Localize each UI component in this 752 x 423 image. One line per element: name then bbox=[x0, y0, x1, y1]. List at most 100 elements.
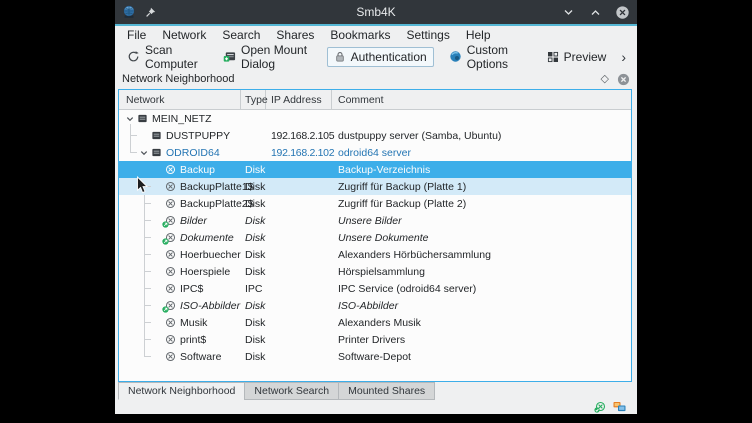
tree-row-backup[interactable]: BackupDisk Backup-Verzeichnis bbox=[119, 161, 631, 178]
tree-branch-line bbox=[144, 288, 151, 289]
tab-mounted-shares[interactable]: Mounted Shares bbox=[338, 382, 435, 400]
tree-row-backupplatte2[interactable]: BackupPlatte2$Disk Zugriff für Backup (Pl… bbox=[119, 195, 631, 212]
share-icon bbox=[164, 334, 177, 345]
network-item-label: MEIN_NETZ bbox=[152, 113, 212, 125]
dock-title: Network Neighborhood bbox=[122, 73, 235, 85]
tree-branch-line bbox=[144, 339, 151, 340]
toolbar-button-label: Authentication bbox=[351, 50, 427, 64]
server-icon bbox=[150, 130, 163, 141]
cell-comment: Zugriff für Backup (Platte 2) bbox=[332, 198, 631, 210]
mounted-emblem-icon bbox=[162, 238, 169, 245]
cell-comment: Software-Depot bbox=[332, 351, 631, 363]
cell-ip-address: 192.168.2.102 bbox=[266, 147, 332, 159]
maximize-button[interactable] bbox=[587, 4, 603, 20]
tree-branch-line bbox=[130, 135, 137, 136]
cell-network-name: Backup bbox=[119, 164, 241, 176]
roll-down-button[interactable] bbox=[560, 4, 576, 20]
tree-branch-line bbox=[144, 271, 151, 272]
cell-comment: dustpuppy server (Samba, Ubuntu) bbox=[332, 130, 631, 142]
mounted-emblem-icon bbox=[162, 221, 169, 228]
tree-branch-line bbox=[144, 237, 151, 238]
cell-network-name: DUSTPUPPY bbox=[119, 130, 241, 142]
cell-share-type: Disk bbox=[241, 181, 266, 193]
share-icon bbox=[164, 283, 177, 294]
toolbar-button-label: Preview bbox=[564, 50, 607, 64]
tab-network-search[interactable]: Network Search bbox=[244, 382, 339, 400]
mounted-share-icon bbox=[594, 401, 606, 413]
tree-header: Network Type IP Address Comment bbox=[119, 90, 631, 110]
expander-chevron-down-icon[interactable] bbox=[123, 115, 136, 123]
network-item-label: Dokumente bbox=[180, 232, 234, 244]
cell-network-name: Hoerbuecher bbox=[119, 249, 241, 261]
tab-network-neighborhood[interactable]: Network Neighborhood bbox=[118, 382, 245, 400]
cell-share-type: Disk bbox=[241, 317, 266, 329]
share-icon bbox=[164, 181, 177, 192]
tree-row-software[interactable]: Software Disk Software-Depot bbox=[119, 348, 631, 365]
network-item-label: Software bbox=[180, 351, 221, 363]
tree-row-iso-abbilder[interactable]: ISO-AbbilderDiskISO-Abbilder bbox=[119, 297, 631, 314]
cell-share-type: Disk bbox=[241, 266, 266, 278]
smb4k-app-icon bbox=[122, 5, 136, 19]
cell-share-type: Disk bbox=[241, 351, 266, 363]
tree-row-odroid64[interactable]: ODROID64192.168.2.102odroid64 server bbox=[119, 144, 631, 161]
cell-share-type: Disk bbox=[241, 249, 266, 261]
mount-dialog-icon bbox=[223, 50, 236, 63]
close-button[interactable] bbox=[614, 4, 630, 20]
tree-row-dustpuppy[interactable]: DUSTPUPPY 192.168.2.105dustpuppy server (… bbox=[119, 127, 631, 144]
cell-network-name: Musik bbox=[119, 317, 241, 329]
tree-row-backupplatte1[interactable]: BackupPlatte1$Disk Zugriff für Backup (Pl… bbox=[119, 178, 631, 195]
cell-comment: Zugriff für Backup (Platte 1) bbox=[332, 181, 631, 193]
cell-network-name: IPC$ bbox=[119, 283, 241, 295]
cell-network-name: BackupPlatte1$ bbox=[119, 181, 241, 193]
cell-share-type: Disk bbox=[241, 164, 266, 176]
network-neighborhood-view: Network Type IP Address Comment MEIN_NET… bbox=[118, 89, 632, 382]
column-header-network[interactable]: Network bbox=[119, 90, 241, 109]
cell-network-name: Dokumente bbox=[119, 232, 241, 244]
column-header-type[interactable]: Type bbox=[241, 90, 266, 109]
cell-network-name: BackupPlatte2$ bbox=[119, 198, 241, 210]
cell-comment: Printer Drivers bbox=[332, 334, 631, 346]
cell-ip-address: 192.168.2.105 bbox=[266, 130, 332, 142]
authentication-button[interactable]: Authentication bbox=[327, 47, 434, 67]
toolbar-overflow-chevron-icon[interactable]: › bbox=[621, 49, 632, 65]
preview-button[interactable]: Preview bbox=[540, 47, 614, 67]
tree-branch-line bbox=[144, 186, 151, 187]
menu-bookmarks[interactable]: Bookmarks bbox=[322, 27, 398, 43]
tree-row-ipc[interactable]: IPC$IPCIPC Service (odroid64 server) bbox=[119, 280, 631, 297]
network-item-label: print$ bbox=[180, 334, 206, 346]
cell-comment: Backup-Verzeichnis bbox=[332, 164, 631, 176]
cell-network-name: ISO-Abbilder bbox=[119, 300, 241, 312]
titlebar[interactable]: Smb4K bbox=[115, 0, 637, 24]
column-header-ip-address[interactable]: IP Address bbox=[266, 90, 332, 109]
dock-close-icon[interactable] bbox=[617, 73, 630, 86]
cell-network-name: MEIN_NETZ bbox=[119, 113, 241, 125]
tree-row-musik[interactable]: MusikDiskAlexanders Musik bbox=[119, 314, 631, 331]
network-item-label: Musik bbox=[180, 317, 207, 329]
toolbar-button-label: Scan Computer bbox=[145, 43, 201, 71]
custom-options-icon bbox=[449, 50, 462, 63]
network-item-label: ISO-Abbilder bbox=[180, 300, 240, 312]
tree-branch-line bbox=[130, 152, 137, 153]
share-icon bbox=[164, 317, 177, 328]
tree-row-hoerspiele[interactable]: HoerspieleDiskHörspielsammlung bbox=[119, 263, 631, 280]
dock-float-icon[interactable]: ◇ bbox=[601, 74, 609, 85]
toolbar-button-label: Custom Options bbox=[467, 43, 525, 71]
tree-row-print[interactable]: print$DiskPrinter Drivers bbox=[119, 331, 631, 348]
tree-row-dokumente[interactable]: DokumenteDiskUnsere Dokumente bbox=[119, 229, 631, 246]
share-icon bbox=[164, 215, 177, 226]
tree-row-hoerbuecher[interactable]: HoerbuecherDiskAlexanders Hörbüchersamml… bbox=[119, 246, 631, 263]
cell-comment: ISO-Abbilder bbox=[332, 300, 631, 312]
tree-row-bilder[interactable]: BilderDiskUnsere Bilder bbox=[119, 212, 631, 229]
cell-share-type: Disk bbox=[241, 198, 266, 210]
desktop: { "colors": { "titlebar_bg": "#31363b", … bbox=[0, 0, 752, 423]
pin-icon[interactable] bbox=[145, 6, 157, 18]
share-icon bbox=[164, 232, 177, 243]
tree-rows: MEIN_NETZ DUSTPUPPY 192.168.2.105dustpuppy… bbox=[119, 110, 631, 381]
share-icon bbox=[164, 164, 177, 175]
tree-row-mein-netz[interactable]: MEIN_NETZ bbox=[119, 110, 631, 127]
cell-network-name: Hoerspiele bbox=[119, 266, 241, 278]
tree-branch-line bbox=[144, 203, 151, 204]
expander-chevron-down-icon[interactable] bbox=[137, 149, 150, 157]
preview-icon bbox=[547, 51, 559, 63]
column-header-comment[interactable]: Comment bbox=[332, 90, 631, 109]
